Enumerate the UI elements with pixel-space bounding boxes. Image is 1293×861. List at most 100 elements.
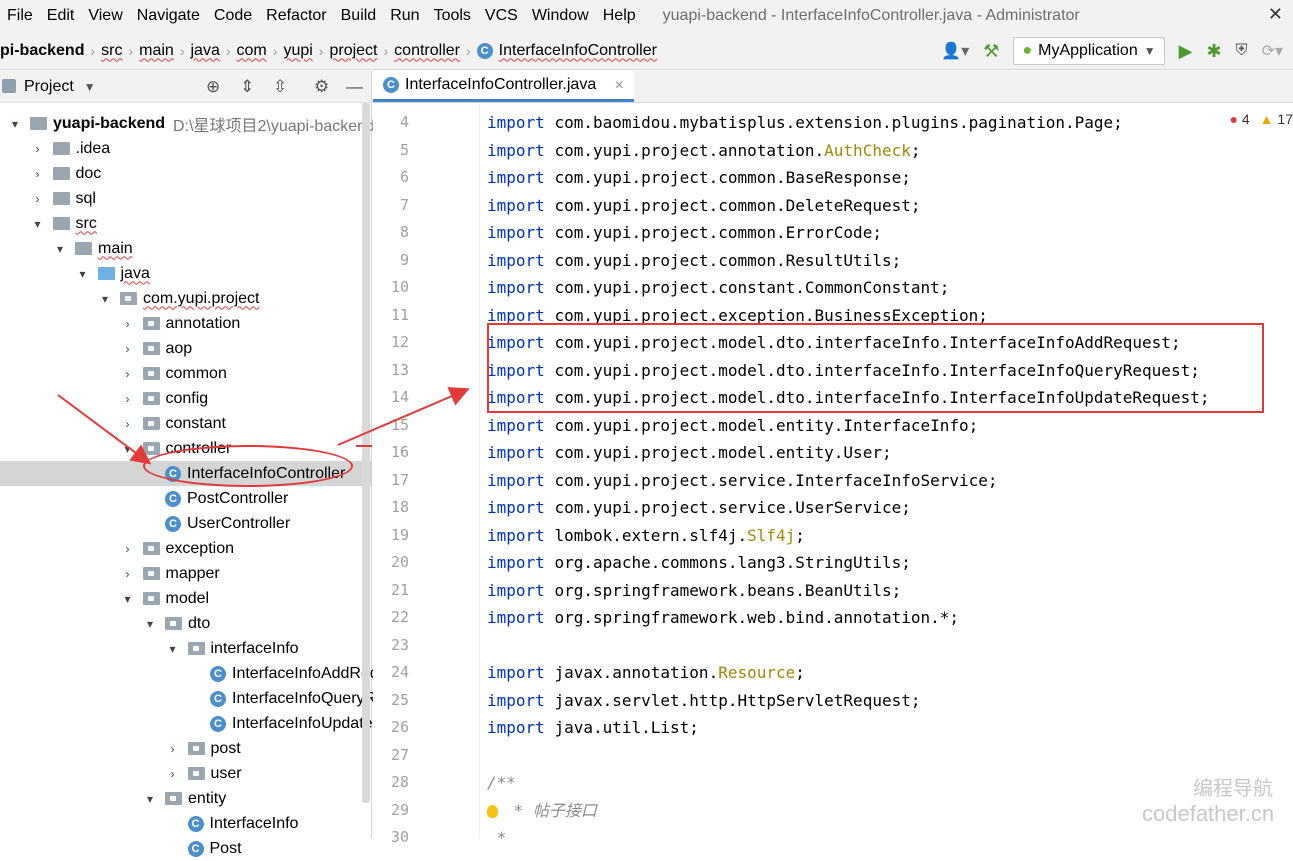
error-icon: ● — [1229, 111, 1238, 127]
code-token: import — [487, 223, 545, 242]
tree-item[interactable]: › config — [0, 386, 209, 411]
breadcrumb-item[interactable]: project — [329, 42, 377, 60]
tree-item[interactable]: C InterfaceInfo — [0, 811, 298, 836]
debug-icon[interactable]: ✱ — [1206, 41, 1221, 62]
expand-arrow-icon[interactable]: ▾ — [8, 117, 22, 131]
menu-item[interactable]: VCS — [478, 7, 525, 25]
user-icon[interactable]: 👤▾ — [941, 41, 969, 61]
run-config-select[interactable]: ● MyApplication ▼ — [1013, 37, 1165, 65]
menu-item[interactable]: Help — [596, 7, 643, 25]
tree-item[interactable]: › user — [0, 761, 242, 786]
expand-arrow-icon[interactable]: › — [121, 367, 135, 381]
expand-arrow-icon[interactable]: › — [166, 767, 180, 781]
tree-item[interactable]: C InterfaceInfoAddRequ — [0, 661, 388, 686]
expand-arrow-icon[interactable]: › — [121, 392, 135, 406]
tree-item[interactable]: › mapper — [0, 561, 220, 586]
tree-item[interactable]: › post — [0, 736, 241, 761]
expand-arrow-icon[interactable]: ▾ — [143, 792, 157, 806]
expand-arrow-icon[interactable]: ▾ — [98, 292, 112, 306]
project-scrollbar[interactable] — [362, 103, 370, 803]
menu-item[interactable]: Code — [207, 7, 259, 25]
tree-item[interactable]: ▾ com.yupi.project — [0, 286, 260, 311]
tree-item[interactable]: › constant — [0, 411, 226, 436]
hide-icon[interactable]: — — [346, 71, 363, 103]
tree-item[interactable]: › exception — [0, 536, 235, 561]
close-tab-icon[interactable]: ✕ — [614, 78, 624, 92]
expand-arrow-icon[interactable]: ▾ — [76, 267, 90, 281]
close-icon[interactable]: ✕ — [1268, 4, 1283, 25]
run-icon[interactable]: ▶ — [1179, 41, 1193, 62]
tree-item[interactable]: › sql — [0, 186, 96, 211]
tree-item[interactable]: ▾ interfaceInfo — [0, 636, 298, 661]
tree-item[interactable]: C PostController — [0, 486, 288, 511]
tree-item[interactable]: › doc — [0, 161, 102, 186]
expand-arrow-icon[interactable]: › — [121, 417, 135, 431]
expand-arrow-icon[interactable]: ▾ — [166, 642, 180, 656]
chevron-down-icon[interactable]: ▼ — [84, 80, 96, 94]
tree-item[interactable]: › common — [0, 361, 227, 386]
breadcrumb-item[interactable]: main — [139, 42, 174, 60]
menu-item[interactable]: Refactor — [259, 7, 333, 25]
inspection-widget[interactable]: ● 4 ▲ 17 — [1230, 111, 1293, 127]
expand-arrow-icon[interactable]: › — [121, 567, 135, 581]
expand-arrow-icon[interactable]: › — [121, 342, 135, 356]
collapse-all-icon[interactable]: ⇳ — [273, 71, 287, 103]
tree-item[interactable]: › aop — [0, 336, 193, 361]
locate-icon[interactable]: ⊕ — [206, 71, 220, 103]
tree-item[interactable]: › .idea — [0, 136, 111, 161]
breadcrumb-item[interactable]: yupi — [283, 42, 312, 60]
tree-item[interactable]: ▾ yuapi-backend D:\星球项目2\yuapi-backend — [0, 111, 375, 136]
breadcrumb-item[interactable]: pi-backend — [0, 42, 84, 60]
breadcrumb-item[interactable]: java — [191, 42, 220, 60]
menu-item[interactable]: View — [81, 7, 129, 25]
expand-arrow-icon[interactable]: ▾ — [143, 617, 157, 631]
tree-item[interactable]: C UserController — [0, 511, 290, 536]
menu-item[interactable]: Window — [525, 7, 596, 25]
class-icon: C — [476, 42, 493, 59]
expand-arrow-icon[interactable]: › — [31, 167, 45, 181]
expand-arrow-icon[interactable]: › — [121, 317, 135, 331]
tree-item-path: D:\星球项目2\yuapi-backend — [173, 117, 375, 135]
line-number: 28 — [390, 773, 409, 791]
project-panel-title[interactable]: Project — [24, 78, 74, 96]
line-number: 18 — [390, 498, 409, 516]
expand-arrow-icon[interactable]: › — [121, 542, 135, 556]
expand-arrow-icon[interactable]: › — [31, 142, 45, 156]
tree-item[interactable]: ▾ main — [0, 236, 133, 261]
tree-item[interactable]: C Post — [0, 836, 242, 861]
menu-item[interactable]: File — [0, 7, 40, 25]
breadcrumb-item[interactable]: com — [237, 42, 267, 60]
tree-item[interactable]: ▾ entity — [0, 786, 226, 811]
expand-all-icon[interactable]: ⇕ — [240, 71, 254, 103]
expand-arrow-icon[interactable]: › — [166, 742, 180, 756]
line-number: 10 — [390, 278, 409, 296]
menu-item[interactable]: Run — [383, 7, 426, 25]
tree-item[interactable]: ▾ dto — [0, 611, 210, 636]
tree-item[interactable]: ▾ model — [0, 586, 209, 611]
coverage-icon[interactable]: ⛨ — [1236, 42, 1248, 60]
tree-item-label: constant — [165, 414, 226, 432]
menu-item[interactable]: Tools — [427, 7, 478, 25]
breadcrumb-item[interactable]: InterfaceInfoController — [499, 42, 657, 60]
tree-item[interactable]: C InterfaceInfoQueryRe — [0, 686, 385, 711]
tab-interfaceinfocontroller[interactable]: C InterfaceInfoController.java ✕ — [373, 70, 635, 102]
expand-arrow-icon[interactable]: ▾ — [121, 592, 135, 606]
menu-item[interactable]: Edit — [40, 7, 82, 25]
expand-arrow-icon[interactable]: ▾ — [121, 442, 135, 456]
breadcrumb-item[interactable]: controller — [394, 42, 460, 60]
tree-item[interactable]: ▾ java — [0, 261, 149, 286]
breadcrumb-item[interactable]: src — [101, 42, 122, 60]
tree-item[interactable]: ▾ src — [0, 211, 96, 236]
expand-arrow-icon[interactable]: ▾ — [31, 217, 45, 231]
gear-icon[interactable]: ⚙ — [314, 71, 329, 103]
lightbulb-icon[interactable] — [487, 804, 498, 818]
build-hammer-icon[interactable]: ⚒ — [983, 41, 999, 62]
expand-arrow-icon[interactable]: › — [31, 192, 45, 206]
tree-item[interactable]: C InterfaceInfoUpdateR — [0, 711, 384, 736]
tree-item[interactable]: › annotation — [0, 311, 241, 336]
profiler-icon[interactable]: ⟳▾ — [1262, 41, 1283, 61]
highlight-ellipse — [143, 445, 353, 487]
expand-arrow-icon[interactable]: ▾ — [53, 242, 67, 256]
menu-item[interactable]: Navigate — [130, 7, 207, 25]
menu-item[interactable]: Build — [334, 7, 384, 25]
